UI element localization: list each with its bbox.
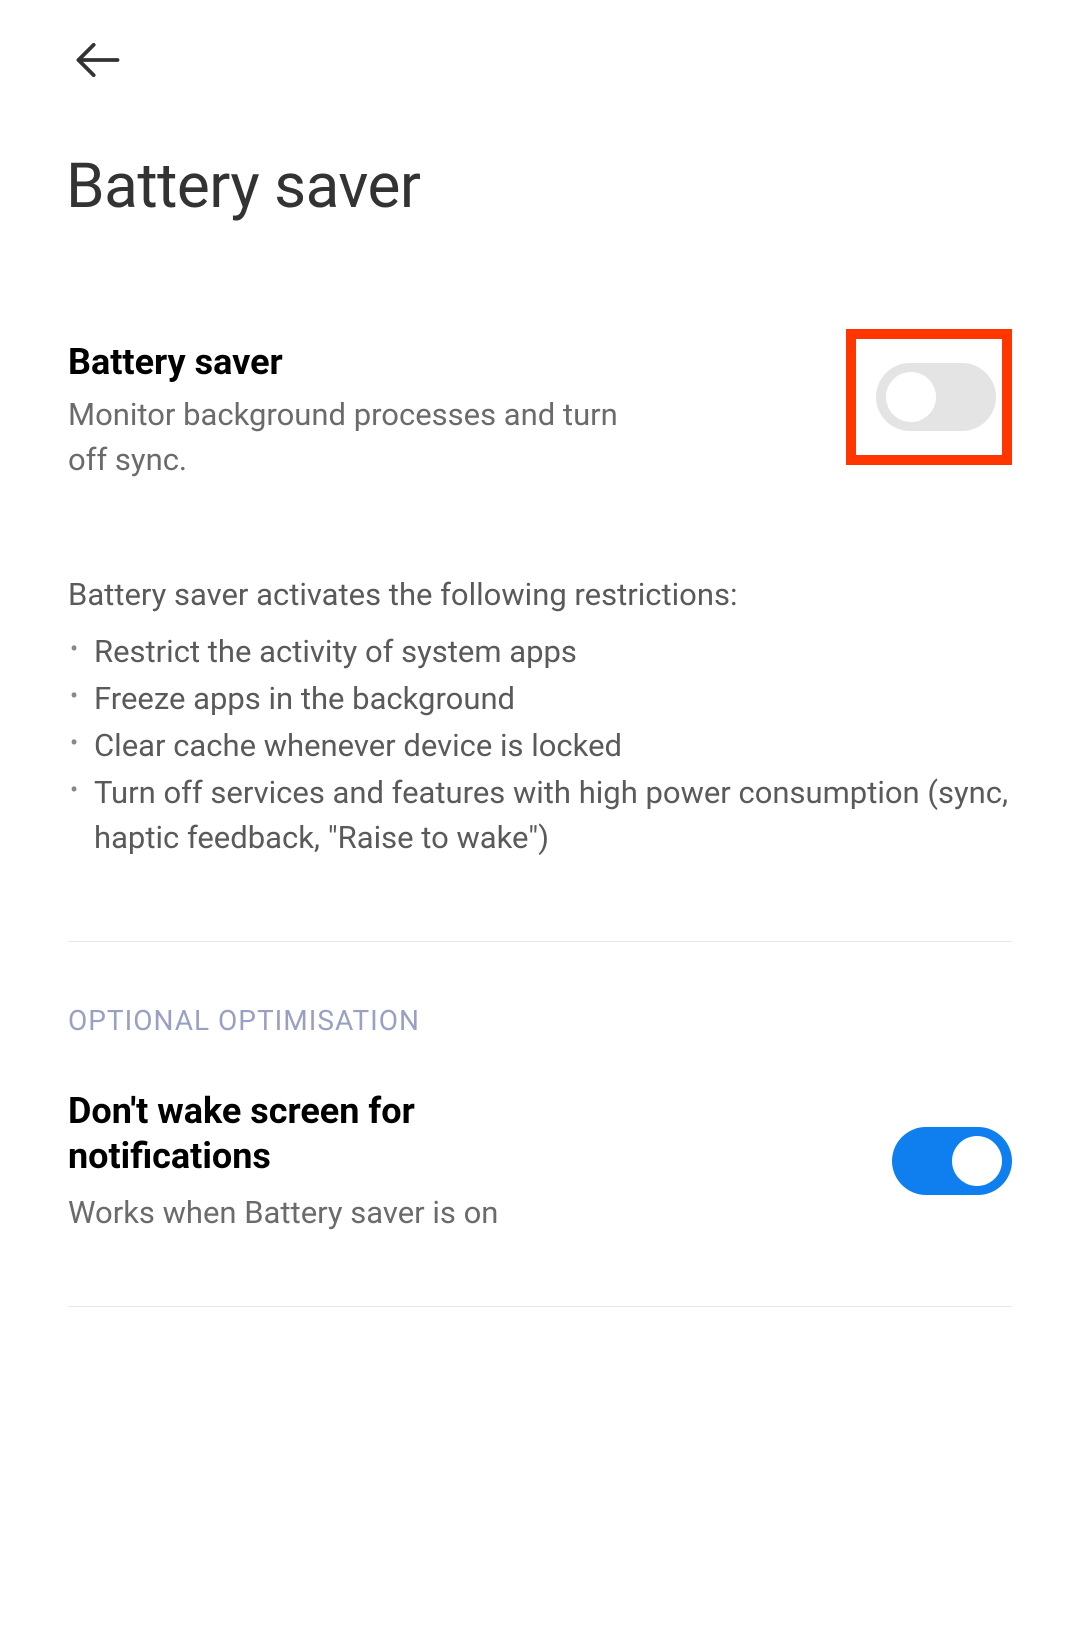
battery-saver-subtitle: Monitor background processes and turn of… xyxy=(68,393,648,483)
battery-saver-title: Battery saver xyxy=(68,341,816,383)
restriction-item: Clear cache whenever device is locked xyxy=(68,724,1012,769)
page-title: Battery saver xyxy=(0,90,1080,223)
dont-wake-title: Don't wake screen for notifications xyxy=(68,1089,508,1179)
optional-section-header: OPTIONAL OPTIMISATION xyxy=(0,942,1080,1037)
toggle-knob xyxy=(952,1136,1002,1186)
dont-wake-row[interactable]: Don't wake screen for notifications Work… xyxy=(0,1037,1080,1234)
back-arrow-icon xyxy=(72,34,124,86)
restrictions-intro: Battery saver activates the following re… xyxy=(68,573,1012,618)
restrictions-description: Battery saver activates the following re… xyxy=(0,483,1080,861)
restriction-item: Turn off services and features with high… xyxy=(68,771,1012,861)
battery-saver-toggle[interactable] xyxy=(876,363,996,431)
dont-wake-subtitle: Works when Battery saver is on xyxy=(68,1191,862,1234)
toggle-knob xyxy=(886,372,936,422)
divider xyxy=(68,1306,1012,1307)
battery-saver-row[interactable]: Battery saver Monitor background process… xyxy=(0,223,1080,483)
restriction-item: Restrict the activity of system apps xyxy=(68,630,1012,675)
dont-wake-toggle[interactable] xyxy=(892,1127,1012,1195)
highlight-annotation xyxy=(846,329,1012,465)
back-button[interactable] xyxy=(68,30,128,90)
restriction-item: Freeze apps in the background xyxy=(68,677,1012,722)
restrictions-list: Restrict the activity of system apps Fre… xyxy=(68,630,1012,861)
